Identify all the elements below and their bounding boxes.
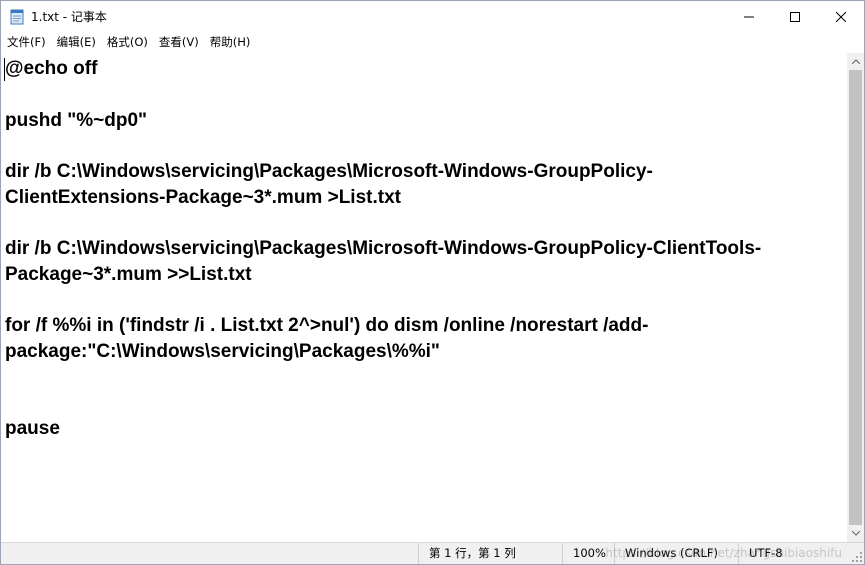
minimize-icon	[744, 16, 754, 17]
minimize-button[interactable]	[726, 1, 772, 32]
watermark-text: https://blog.csdn.net/zhangshibiaoshifu	[605, 546, 842, 560]
maximize-icon	[790, 11, 800, 22]
status-bar: 第 1 行，第 1 列 100% Windows (CRLF) UTF-8 ht…	[1, 542, 864, 564]
scroll-down-button[interactable]	[847, 525, 864, 542]
editor-line: ClientExtensions-Package~3*.mum >List.tx…	[5, 187, 401, 208]
menu-view[interactable]: 查看(V)	[153, 32, 204, 53]
editor-line: for /f %%i in ('findstr /i . List.txt 2^…	[5, 315, 649, 336]
window-title: 1.txt - 记事本	[31, 10, 107, 24]
text-editor[interactable]: @echo off pushd "%~dp0" dir /b C:\Window…	[1, 53, 847, 542]
notepad-window: 1.txt - 记事本 文件(F) 编辑(E) 格式(O) 查看(V) 帮助(H…	[0, 0, 865, 565]
chevron-up-icon	[851, 59, 860, 64]
window-controls	[726, 1, 864, 32]
status-cursor-position: 第 1 行，第 1 列	[418, 543, 562, 564]
menu-file[interactable]: 文件(F)	[1, 32, 51, 53]
vertical-scrollbar[interactable]	[847, 53, 864, 542]
editor-line: pushd "%~dp0"	[5, 110, 148, 131]
notepad-icon[interactable]	[9, 9, 25, 25]
title-bar[interactable]: 1.txt - 记事本	[1, 1, 864, 32]
editor-line: Package~3*.mum >>List.txt	[5, 264, 252, 285]
editor-line: pause	[5, 418, 60, 439]
menu-bar: 文件(F) 编辑(E) 格式(O) 查看(V) 帮助(H)	[1, 32, 864, 53]
resize-grip-icon[interactable]	[851, 551, 863, 563]
editor-line: dir /b C:\Windows\servicing\Packages\Mic…	[5, 161, 653, 182]
scrollbar-thumb[interactable]	[849, 70, 862, 525]
menu-edit[interactable]: 编辑(E)	[51, 32, 101, 53]
menu-format[interactable]: 格式(O)	[101, 32, 153, 53]
chevron-down-icon	[851, 531, 860, 536]
menu-help[interactable]: 帮助(H)	[204, 32, 256, 53]
editor-line: dir /b C:\Windows\servicing\Packages\Mic…	[5, 238, 762, 259]
maximize-button[interactable]	[772, 1, 818, 32]
editor-line: @echo off	[5, 58, 98, 79]
close-button[interactable]	[818, 1, 864, 32]
scroll-up-button[interactable]	[847, 53, 864, 70]
status-spacer	[1, 543, 418, 564]
editor-line: package:"C:\Windows\servicing\Packages\%…	[5, 341, 440, 362]
close-icon	[836, 11, 846, 22]
